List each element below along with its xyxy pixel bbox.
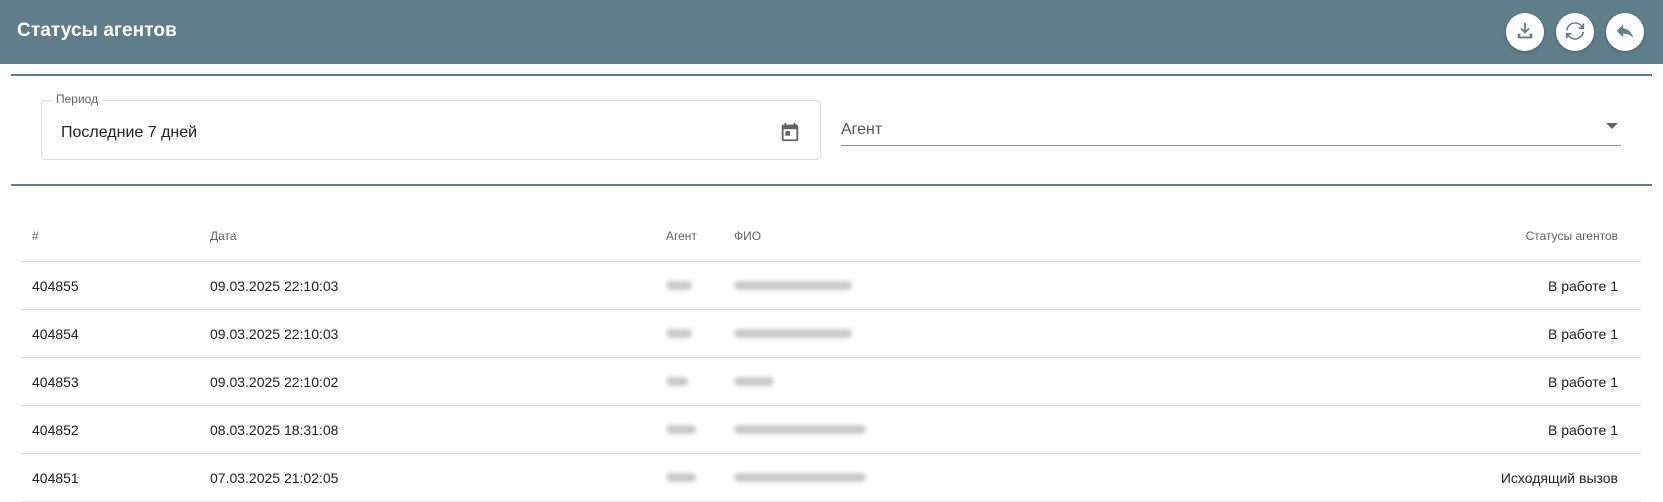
row-fio-redacted	[734, 310, 852, 357]
agent-status-table: # Дата Агент ФИО Статусы агентов 404855 …	[21, 210, 1641, 502]
divider	[11, 184, 1652, 186]
divider	[11, 74, 1652, 76]
row-date: 08.03.2025 18:31:08	[210, 421, 339, 438]
calendar-icon[interactable]	[779, 121, 801, 143]
table-header: # Дата Агент ФИО Статусы агентов	[21, 210, 1641, 262]
row-status: В работе 1	[1547, 421, 1618, 438]
row-date: 09.03.2025 22:10:03	[210, 277, 339, 294]
period-field[interactable]: Период Последние 7 дней	[41, 92, 821, 160]
row-agent-redacted	[666, 358, 688, 405]
table-row[interactable]: 404852 08.03.2025 18:31:08 В работе 1	[21, 406, 1641, 454]
row-agent-redacted	[666, 454, 696, 501]
row-id: 404852	[32, 421, 79, 438]
refresh-button[interactable]	[1556, 13, 1594, 51]
back-button[interactable]	[1606, 13, 1644, 51]
row-agent-redacted	[666, 406, 696, 453]
row-fio-redacted	[734, 454, 866, 501]
period-value: Последние 7 дней	[61, 124, 198, 141]
page-title: Статусы агентов	[17, 20, 177, 41]
column-header-date[interactable]: Дата	[210, 210, 237, 261]
row-fio-redacted	[734, 262, 852, 309]
row-status: В работе 1	[1547, 277, 1618, 294]
row-status: В работе 1	[1547, 373, 1618, 390]
row-date: 09.03.2025 22:10:02	[210, 373, 339, 390]
row-agent-redacted	[666, 262, 692, 309]
table-row[interactable]: 404855 09.03.2025 22:10:03 В работе 1	[21, 262, 1641, 310]
refresh-icon	[1564, 20, 1586, 45]
row-id: 404853	[32, 373, 79, 390]
row-fio-redacted	[734, 406, 866, 453]
row-id: 404855	[32, 277, 79, 294]
row-status: Исходящий вызов	[1500, 469, 1618, 486]
column-header-id[interactable]: #	[32, 210, 39, 261]
table-row[interactable]: 404851 07.03.2025 21:02:05 Исходящий выз…	[21, 454, 1641, 502]
download-button[interactable]	[1506, 13, 1544, 51]
table-row[interactable]: 404854 09.03.2025 22:10:03 В работе 1	[21, 310, 1641, 358]
row-fio-redacted	[734, 358, 774, 405]
table-row[interactable]: 404853 09.03.2025 22:10:02 В работе 1	[21, 358, 1641, 406]
row-date: 07.03.2025 21:02:05	[210, 469, 339, 486]
row-agent-redacted	[666, 310, 692, 357]
agent-select-label: Агент	[841, 121, 883, 138]
chevron-down-icon	[1606, 123, 1618, 129]
column-header-fio[interactable]: ФИО	[734, 210, 761, 261]
period-label: Период	[52, 92, 103, 106]
column-header-status[interactable]: Статусы агентов	[1526, 210, 1618, 261]
app-header: Статусы агентов	[0, 0, 1663, 64]
back-arrow-icon	[1614, 20, 1636, 45]
row-id: 404854	[32, 325, 79, 342]
row-status: В работе 1	[1547, 325, 1618, 342]
row-date: 09.03.2025 22:10:03	[210, 325, 339, 342]
download-icon	[1514, 20, 1536, 45]
column-header-agent[interactable]: Агент	[666, 210, 697, 261]
row-id: 404851	[32, 469, 79, 486]
agent-select[interactable]: Агент	[841, 112, 1621, 146]
